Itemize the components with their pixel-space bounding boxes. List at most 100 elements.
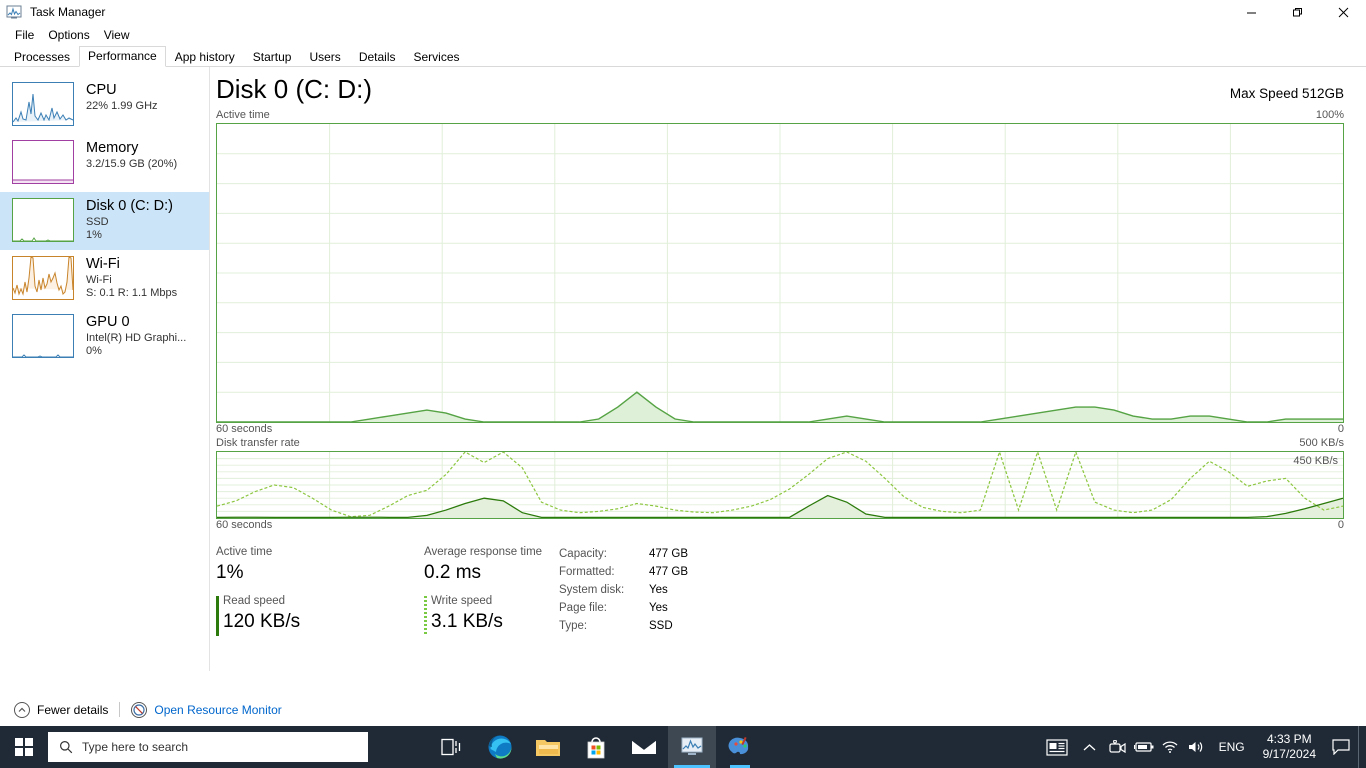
sidebar-item-sub2: S: 0.1 R: 1.1 Mbps bbox=[86, 287, 178, 299]
info-key: Page file: bbox=[559, 602, 607, 614]
language-indicator[interactable]: ENG bbox=[1209, 740, 1255, 754]
menu-item-view[interactable]: View bbox=[97, 27, 137, 43]
content-area: CPU 22% 1.99 GHz Memory 3.2/15.9 GB (20%… bbox=[0, 67, 1366, 671]
tab-processes[interactable]: Processes bbox=[5, 47, 79, 67]
active-time-stat-label: Active time bbox=[216, 546, 273, 558]
max-speed-label: Max Speed 512GB bbox=[1229, 86, 1344, 101]
clock-time: 4:33 PM bbox=[1266, 732, 1312, 746]
clock-date: 9/17/2024 bbox=[1262, 747, 1316, 761]
info-value: Yes bbox=[649, 584, 668, 596]
menu-item-options[interactable]: Options bbox=[41, 27, 96, 43]
transfer-rate-label: Disk transfer rate bbox=[216, 437, 300, 449]
search-placeholder: Type here to search bbox=[82, 740, 189, 754]
mail-icon[interactable] bbox=[620, 726, 668, 768]
tab-startup[interactable]: Startup bbox=[244, 47, 301, 67]
write-speed-stat-label: Write speed bbox=[431, 595, 493, 607]
cpu-mini-graph bbox=[12, 82, 74, 126]
volume-icon[interactable] bbox=[1183, 726, 1209, 768]
sidebar-item-sub2: 1% bbox=[86, 229, 102, 241]
disk-meta: Disk 0 (C: D:) SSD 1% bbox=[86, 198, 173, 242]
action-center-icon[interactable] bbox=[1324, 726, 1358, 768]
window-controls bbox=[1228, 0, 1366, 24]
chevron-up-icon bbox=[14, 701, 30, 718]
show-desktop-button[interactable] bbox=[1358, 726, 1364, 768]
minimize-button[interactable] bbox=[1228, 0, 1274, 24]
wifi-icon[interactable] bbox=[1157, 726, 1183, 768]
paint-icon[interactable] bbox=[716, 726, 764, 768]
info-row: Capacity: 477 GB bbox=[559, 545, 688, 563]
gpu-mini-graph bbox=[12, 314, 74, 358]
show-hidden-icons-icon[interactable] bbox=[1075, 726, 1105, 768]
system-tray: ENG 4:33 PM 9/17/2024 bbox=[1039, 726, 1366, 768]
search-icon bbox=[60, 741, 73, 754]
memory-meta: Memory 3.2/15.9 GB (20%) bbox=[86, 140, 177, 171]
info-value: 477 GB bbox=[649, 548, 688, 560]
search-input[interactable]: Type here to search bbox=[48, 732, 368, 762]
task-manager-icon bbox=[6, 4, 22, 20]
active-time-stat-value: 1% bbox=[216, 562, 244, 583]
info-row: System disk: Yes bbox=[559, 581, 688, 599]
info-row: Page file: Yes bbox=[559, 599, 688, 617]
tab-bar: Processes Performance App history Startu… bbox=[0, 45, 1366, 67]
transfer-rate-graph[interactable]: 450 KB/s bbox=[216, 451, 1344, 519]
panel-header: Disk 0 (C: D:) Max Speed 512GB bbox=[216, 67, 1344, 109]
fewer-details-button[interactable]: Fewer details bbox=[14, 701, 108, 718]
stats-column-left: Active time 1% Read speed 120 KB/s bbox=[216, 545, 424, 643]
tab-details[interactable]: Details bbox=[350, 47, 405, 67]
info-row: Formatted: 477 GB bbox=[559, 563, 688, 581]
microsoft-store-icon[interactable] bbox=[572, 726, 620, 768]
title-bar: Task Manager bbox=[0, 0, 1366, 24]
info-value: SSD bbox=[649, 620, 673, 632]
sidebar-item-label: Wi-Fi bbox=[86, 256, 120, 272]
sidebar-item-sub2: 0% bbox=[86, 345, 102, 357]
sidebar-item-cpu[interactable]: CPU 22% 1.99 GHz bbox=[0, 76, 209, 134]
menu-bar: File Options View bbox=[0, 24, 1366, 45]
task-manager-window: Task Manager File Options View Processes… bbox=[0, 0, 1366, 726]
tab-users[interactable]: Users bbox=[300, 47, 349, 67]
microsoft-edge-icon[interactable] bbox=[476, 726, 524, 768]
menu-item-file[interactable]: File bbox=[8, 27, 41, 43]
read-speed-stat-value: 120 KB/s bbox=[223, 611, 301, 632]
active-time-footer-row: 60 seconds 0 bbox=[216, 423, 1344, 437]
task-manager-icon[interactable] bbox=[668, 726, 716, 768]
clock[interactable]: 4:33 PM 9/17/2024 bbox=[1255, 732, 1324, 762]
taskbar: Type here to search ENG 4:33 PM 9/17/202… bbox=[0, 726, 1366, 768]
active-time-label: Active time bbox=[216, 109, 270, 121]
open-resource-monitor-button[interactable]: Open Resource Monitor bbox=[131, 701, 282, 718]
start-button[interactable] bbox=[0, 726, 48, 768]
taskbar-icons bbox=[428, 726, 764, 768]
file-explorer-icon[interactable] bbox=[524, 726, 572, 768]
resource-sidebar: CPU 22% 1.99 GHz Memory 3.2/15.9 GB (20%… bbox=[0, 67, 210, 671]
transfer-rate-duration-label: 60 seconds bbox=[216, 519, 273, 531]
avg-response-stat-label: Average response time bbox=[424, 546, 543, 558]
sidebar-item-disk-0[interactable]: Disk 0 (C: D:) SSD 1% bbox=[0, 192, 209, 250]
close-button[interactable] bbox=[1320, 0, 1366, 24]
wifi-meta: Wi-Fi Wi-Fi S: 0.1 R: 1.1 Mbps bbox=[86, 256, 177, 300]
news-and-interests-icon[interactable] bbox=[1039, 726, 1075, 768]
tab-app-history[interactable]: App history bbox=[166, 47, 244, 67]
sidebar-item-label: CPU bbox=[86, 82, 117, 98]
task-view-icon[interactable] bbox=[428, 726, 476, 768]
camera-icon[interactable] bbox=[1105, 726, 1131, 768]
tab-performance[interactable]: Performance bbox=[79, 46, 166, 67]
active-time-min-label: 0 bbox=[1337, 423, 1344, 435]
sidebar-item-sub1: 3.2/15.9 GB (20%) bbox=[86, 158, 178, 170]
info-key: Formatted: bbox=[559, 566, 615, 578]
active-time-graph[interactable] bbox=[216, 123, 1344, 423]
cpu-meta: CPU 22% 1.99 GHz bbox=[86, 82, 158, 113]
maximize-button[interactable] bbox=[1274, 0, 1320, 24]
read-speed-legend-icon bbox=[216, 596, 219, 636]
sidebar-item-sub1: Intel(R) HD Graphi... bbox=[86, 332, 187, 344]
window-title: Task Manager bbox=[30, 5, 106, 19]
tab-services[interactable]: Services bbox=[405, 47, 469, 67]
sidebar-item-sub1: Wi-Fi bbox=[86, 274, 112, 286]
avg-response-stat-value: 0.2 ms bbox=[424, 562, 482, 583]
battery-icon[interactable] bbox=[1131, 726, 1157, 768]
write-speed-stat: Write speed 3.1 KB/s bbox=[424, 594, 559, 636]
info-value: 477 GB bbox=[649, 566, 688, 578]
sidebar-item-memory[interactable]: Memory 3.2/15.9 GB (20%) bbox=[0, 134, 209, 192]
sidebar-item-gpu-0[interactable]: GPU 0 Intel(R) HD Graphi... 0% bbox=[0, 308, 209, 366]
write-speed-legend-icon bbox=[424, 596, 427, 636]
sidebar-item-wifi[interactable]: Wi-Fi Wi-Fi S: 0.1 R: 1.1 Mbps bbox=[0, 250, 209, 308]
read-speed-stat-label: Read speed bbox=[223, 595, 286, 607]
